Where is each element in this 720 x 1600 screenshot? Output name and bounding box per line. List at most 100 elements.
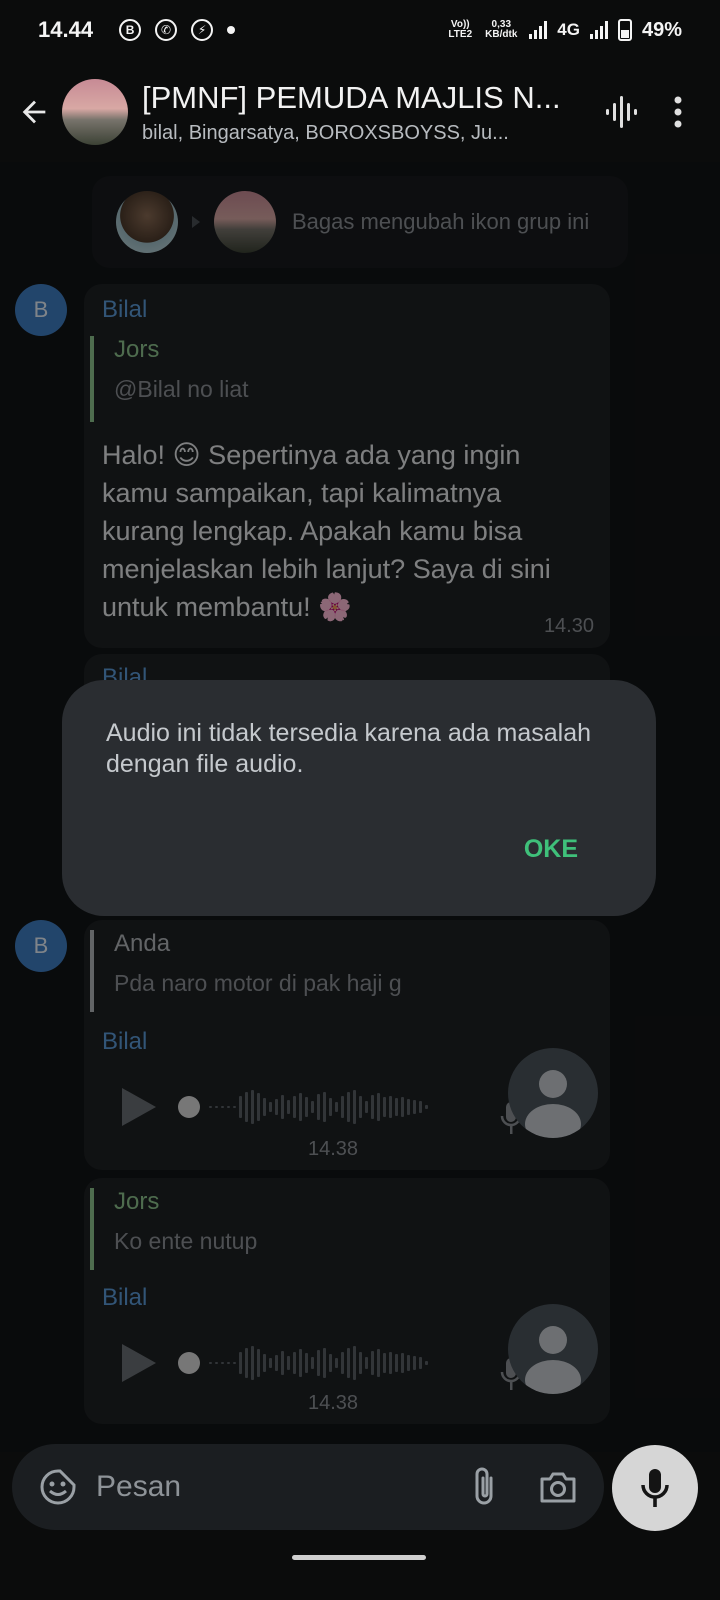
signal-icon-2	[589, 21, 608, 39]
waveform-bar	[251, 1090, 254, 1124]
waveform-bar	[329, 1354, 332, 1372]
old-icon-thumbnail[interactable]	[116, 191, 178, 253]
message-bubble[interactable]: Bilal Jors @Bilal no liat Halo! 😊 Sepert…	[84, 284, 610, 648]
reply-text: Pda naro motor di pak haji g	[114, 970, 402, 996]
waveform-bar	[293, 1096, 296, 1118]
waveform-bar	[227, 1106, 230, 1108]
waveform-bar	[407, 1355, 410, 1371]
video-note-avatar[interactable]	[508, 1304, 598, 1394]
status-left: 14.44 B ✆ ⚡	[38, 17, 236, 43]
waveform-bar	[407, 1099, 410, 1115]
waveform-bar	[401, 1097, 404, 1117]
waveform[interactable]	[178, 1346, 428, 1380]
reply-name: Anda	[114, 930, 171, 957]
reply-text: @Bilal no liat	[114, 376, 249, 402]
status-bar: 14.44 B ✆ ⚡ Vo)) LTE2 0,33 KB/dtk 4G 49%	[0, 0, 720, 60]
reply-preview[interactable]: Jors Ko ente nutup	[90, 1188, 257, 1270]
waveform-bar	[371, 1351, 374, 1375]
waveform-bar	[281, 1095, 284, 1119]
battery-icon	[617, 19, 632, 41]
progress-knob[interactable]	[178, 1096, 200, 1118]
back-arrow-icon[interactable]	[14, 92, 54, 132]
message-composer: Pesan	[12, 1444, 604, 1530]
sender-name[interactable]: Bilal	[102, 1028, 147, 1056]
waveform-bar	[389, 1096, 392, 1118]
service-message: Bagas mengubah ikon grup ini	[92, 176, 628, 268]
waveform-bar	[269, 1358, 272, 1368]
waveform-bar	[377, 1093, 380, 1121]
waveform-bar	[317, 1094, 320, 1120]
avatar[interactable]: B	[15, 920, 67, 972]
waveform-bar	[401, 1353, 404, 1373]
video-note-avatar[interactable]	[508, 1048, 598, 1138]
waveform-bar	[377, 1349, 380, 1377]
ok-button[interactable]: OKE	[524, 835, 578, 864]
waveform-bar	[209, 1362, 212, 1364]
waveform-bar	[359, 1352, 362, 1374]
waveform-bar	[257, 1349, 260, 1377]
waveform-bar	[413, 1356, 416, 1370]
waveform-bar	[359, 1096, 362, 1118]
waveform-bar	[239, 1096, 242, 1118]
waveform-bar	[299, 1349, 302, 1377]
avatar[interactable]: B	[15, 284, 67, 336]
play-icon[interactable]	[122, 1088, 156, 1126]
waveform-bar	[227, 1362, 230, 1364]
waveform-bar	[371, 1095, 374, 1119]
waveform-bar	[305, 1353, 308, 1373]
waveform-bar	[221, 1106, 224, 1108]
message-line: kamu sampaikan, tapi kalimatnya	[102, 478, 502, 508]
chat-title-block[interactable]: [PMNF] PEMUDA MAJLIS N... bilal, Bingars…	[142, 80, 594, 145]
waveform-bar	[275, 1099, 278, 1115]
waveform-bar	[257, 1093, 260, 1121]
new-icon-thumbnail[interactable]	[214, 191, 276, 253]
message-time: 14.38	[308, 1138, 359, 1160]
play-icon[interactable]	[122, 1344, 156, 1382]
arrow-right-icon	[192, 216, 200, 228]
sender-name[interactable]: Bilal	[102, 296, 147, 324]
message-line: Halo! 😊 Sepertinya ada yang ingin	[102, 440, 521, 470]
waveform-bar	[341, 1096, 344, 1118]
waveform-bar	[251, 1346, 254, 1380]
volte-indicator: Vo)) LTE2	[448, 19, 473, 40]
waveform-bar	[383, 1097, 386, 1117]
waveform-bar	[305, 1097, 308, 1117]
waveform-bar	[395, 1354, 398, 1372]
group-avatar[interactable]	[62, 79, 128, 145]
waveform-bar	[215, 1106, 218, 1108]
more-vert-icon[interactable]	[650, 84, 706, 140]
attach-icon[interactable]	[456, 1459, 512, 1515]
home-gesture-bar[interactable]	[292, 1555, 426, 1560]
waveform-bar	[269, 1102, 272, 1112]
sticker-icon[interactable]	[30, 1459, 86, 1515]
voice-player	[122, 1344, 428, 1382]
waveform-bar	[347, 1092, 350, 1122]
camera-icon[interactable]	[530, 1459, 586, 1515]
waveform-bar	[221, 1362, 224, 1364]
waveform-bar	[233, 1106, 236, 1108]
reply-preview[interactable]: Anda Pda naro motor di pak haji g	[90, 930, 402, 1012]
message-line: untuk membantu! 🌸	[102, 592, 352, 622]
waveform-bar	[353, 1090, 356, 1124]
reply-preview[interactable]: Jors @Bilal no liat	[90, 336, 249, 422]
waveform[interactable]	[178, 1090, 428, 1124]
reply-text: Ko ente nutup	[114, 1228, 258, 1254]
sender-name[interactable]: Bilal	[102, 1284, 147, 1312]
waveform-bar	[419, 1101, 422, 1113]
record-voice-button[interactable]	[612, 1445, 698, 1531]
waveform-bar	[233, 1362, 236, 1364]
chat-members: bilal, Bingarsatya, BOROXSBOYSS, Ju...	[142, 121, 509, 144]
whatsapp-icon: ✆	[155, 19, 178, 41]
message-input[interactable]: Pesan	[96, 1470, 456, 1504]
waveform-bar	[293, 1352, 296, 1374]
waveform-bar	[317, 1350, 320, 1376]
waveform-bar	[245, 1092, 248, 1122]
waveform-bar	[413, 1100, 416, 1114]
voice-chat-icon[interactable]	[594, 84, 650, 140]
waveform-bar	[353, 1346, 356, 1380]
waveform-bar	[425, 1105, 428, 1109]
waveform-bar	[419, 1357, 422, 1369]
waveform-bar	[335, 1102, 338, 1112]
progress-knob[interactable]	[178, 1352, 200, 1374]
waveform-bar	[245, 1348, 248, 1378]
